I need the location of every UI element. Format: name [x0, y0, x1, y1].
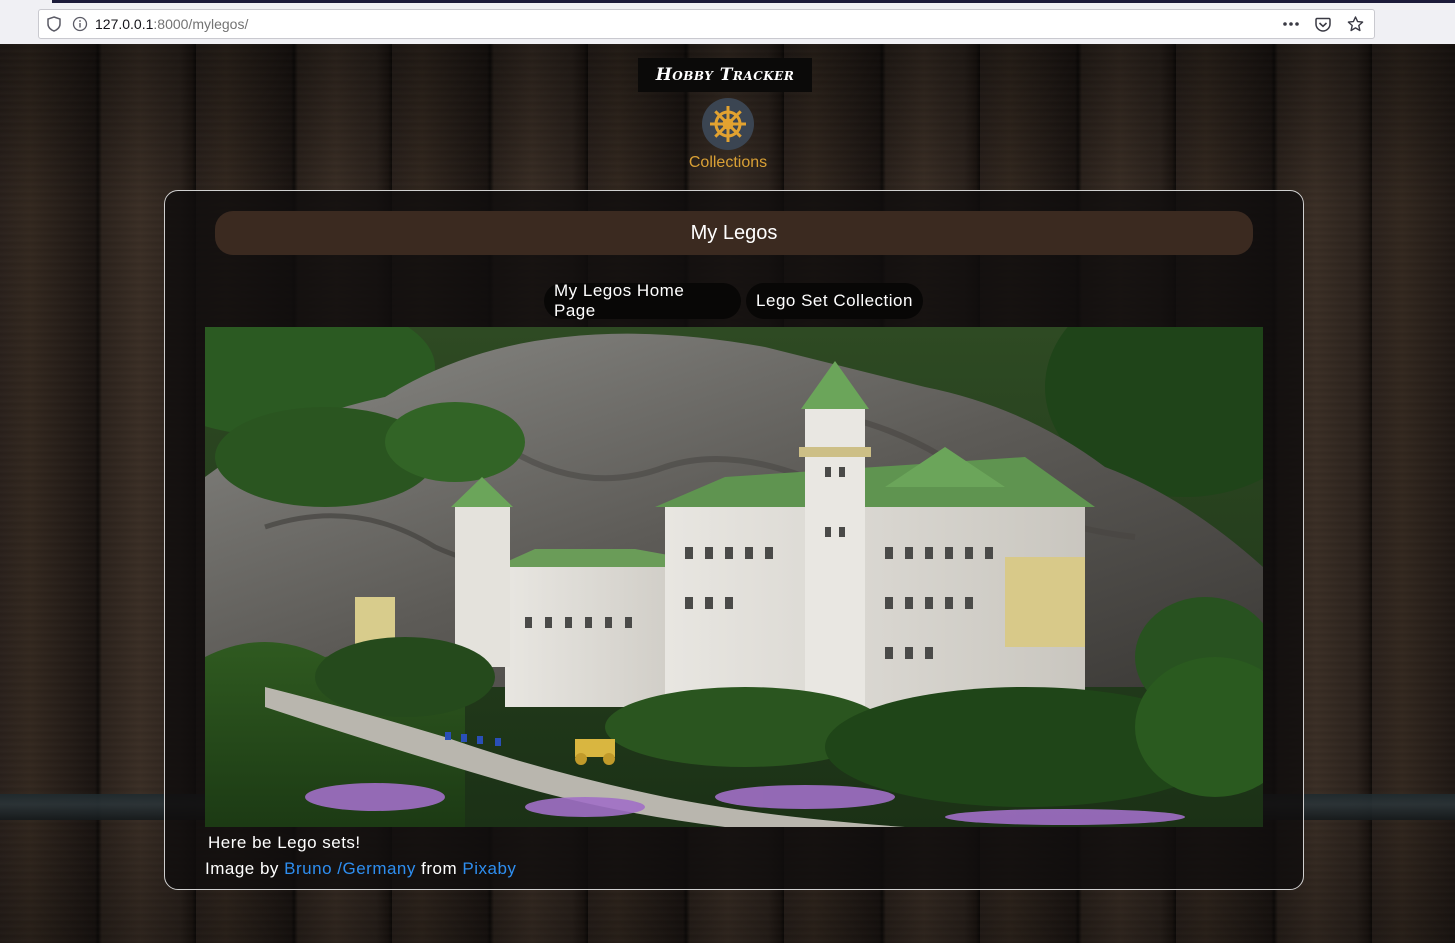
info-icon[interactable] [69, 13, 91, 35]
image-credit: Image by Bruno /Germany from Pixaby [205, 859, 516, 879]
page-background: Hobby Tracker Collections My Legos My Le… [0, 44, 1455, 943]
credit-author-link[interactable]: Bruno /Germany [284, 859, 416, 878]
brand-title: Hobby Tracker [655, 65, 795, 85]
address-bar[interactable]: 127.0.0.1:8000/mylegos/ [38, 9, 1375, 39]
page-title: My Legos [690, 221, 778, 244]
pocket-icon[interactable] [1312, 13, 1334, 35]
credit-prefix: Image by [205, 859, 279, 878]
active-tab-indicator [52, 0, 1455, 3]
credit-source-link[interactable]: Pixaby [462, 859, 516, 878]
nav-collections-link[interactable]: Collections [680, 98, 776, 174]
my-legos-home-button[interactable]: My Legos Home Page [544, 281, 741, 320]
page-title-bar: My Legos [215, 211, 1253, 255]
shield-icon[interactable] [43, 13, 65, 35]
hero-image-lego-castle [205, 327, 1263, 827]
url-text: 127.0.0.1:8000/mylegos/ [95, 16, 249, 32]
brand-logo[interactable]: Hobby Tracker [638, 58, 812, 92]
more-icon[interactable] [1280, 13, 1302, 35]
browser-toolbar: 127.0.0.1:8000/mylegos/ [0, 4, 1455, 44]
credit-middle: from [421, 859, 458, 878]
ship-wheel-icon [702, 98, 754, 150]
nav-collections-label: Collections [688, 154, 768, 171]
star-icon[interactable] [1344, 13, 1366, 35]
image-caption: Here be Lego sets! [208, 833, 361, 852]
lego-set-collection-button[interactable]: Lego Set Collection [746, 283, 923, 319]
content-card: My Legos My Legos Home Page Lego Set Col… [164, 190, 1304, 890]
